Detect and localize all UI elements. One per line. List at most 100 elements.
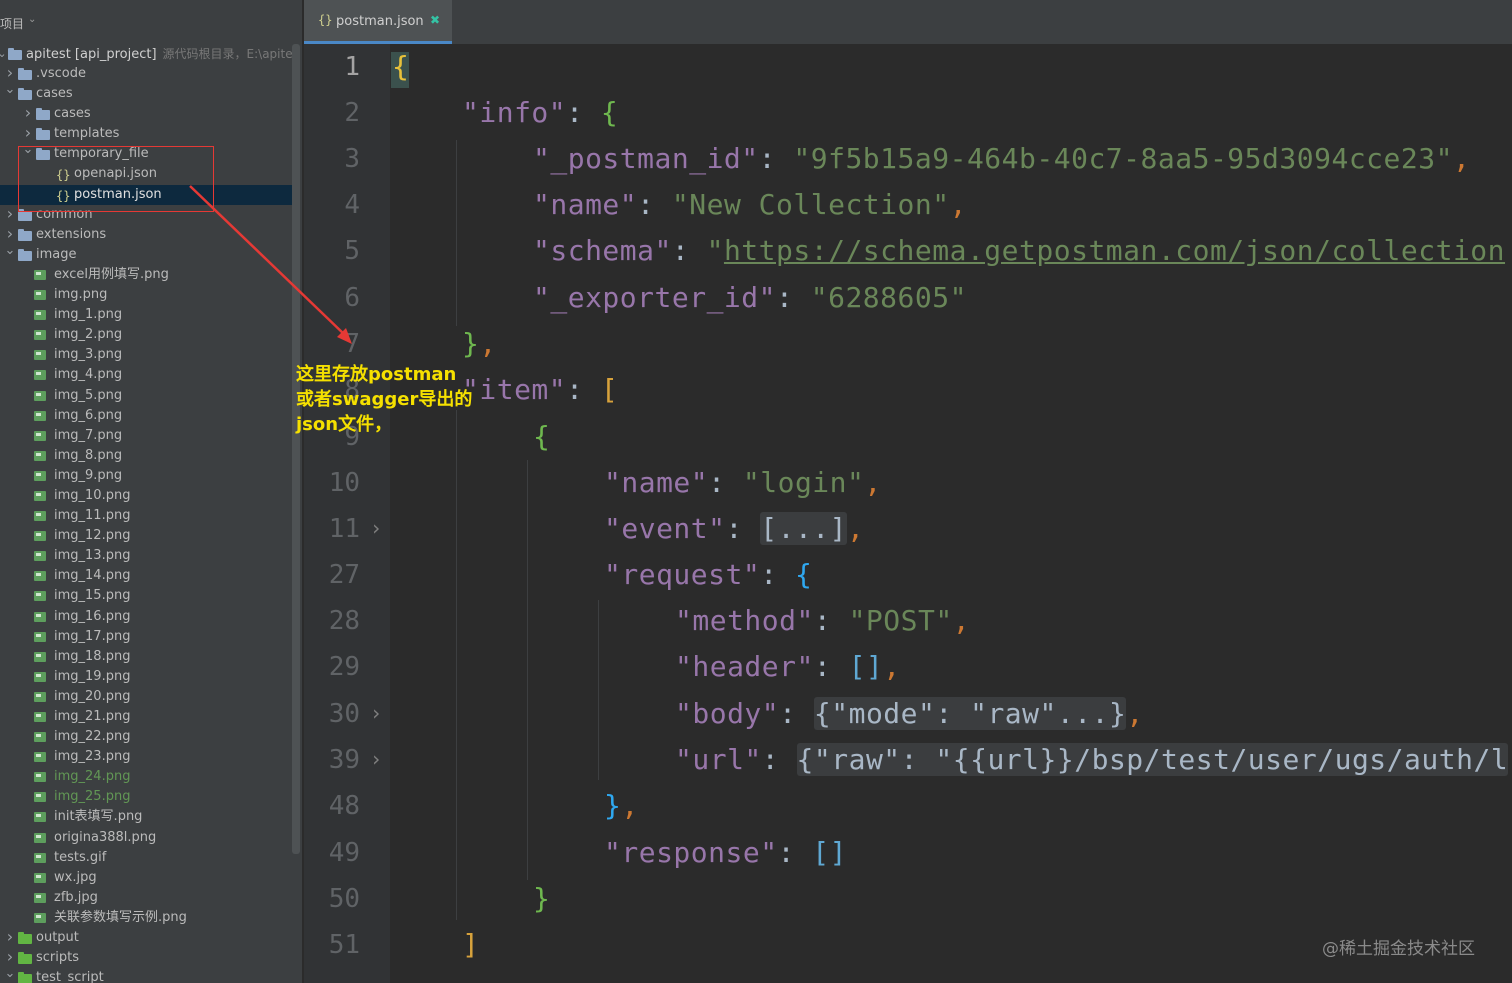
chevron-down-icon[interactable]: ⌄ — [4, 241, 16, 261]
tree-folder[interactable]: ⌄ cases — [0, 82, 292, 104]
tree-folder[interactable]: ⌄ image — [0, 243, 292, 265]
tree-item-label: img_19.png — [54, 668, 131, 684]
root-path: 源代码根目录，E:\apite — [162, 47, 293, 61]
tree-item-label: img_18.png — [54, 648, 131, 664]
tree-file[interactable]: img_14.png — [0, 566, 292, 586]
image-file-icon — [34, 792, 46, 803]
tree-file[interactable]: tests.gif — [0, 848, 292, 868]
code-line-39: "url": {"raw": "{{url}}/bsp/test/user/ug… — [675, 743, 1509, 776]
tree-file[interactable]: img_3.png — [0, 345, 292, 365]
chevron-right-icon[interactable]: › — [370, 516, 382, 540]
tree-file[interactable]: excel用例填写.png — [0, 265, 292, 285]
tree-root[interactable]: ⌄ apitest [api_project] 源代码根目录，E:\apite — [0, 44, 293, 64]
tree-item-label: img_24.png — [54, 769, 131, 785]
image-file-icon — [34, 370, 46, 381]
tree-file[interactable]: img_8.png — [0, 446, 292, 466]
project-panel-header[interactable]: 项目 ⌄ — [0, 0, 303, 44]
tree-file[interactable]: img_23.png — [0, 747, 292, 767]
tree-item-label: img_10.png — [54, 487, 131, 503]
tree-file[interactable]: img_10.png — [0, 486, 292, 506]
panel-scrollbar[interactable] — [292, 44, 300, 854]
line-number: 28 — [328, 606, 360, 636]
annotation-line: 或者swagger导出的 — [296, 389, 473, 410]
chevron-right-icon[interactable]: › — [4, 204, 16, 224]
line-number: 39 — [328, 745, 360, 775]
chevron-right-icon[interactable]: › — [370, 701, 382, 725]
json-file-icon: {} — [318, 13, 333, 27]
tree-file[interactable]: img_15.png — [0, 586, 292, 606]
code-line-29: "header": [], — [675, 650, 901, 683]
image-file-icon — [34, 410, 46, 421]
tree-item-label: wx.jpg — [54, 869, 97, 885]
tree-file[interactable]: img_18.png — [0, 647, 292, 667]
tree-file[interactable]: img_17.png — [0, 627, 292, 647]
code-line-48: }, — [604, 789, 639, 822]
image-file-icon — [34, 330, 46, 341]
tree-folder[interactable]: › output — [0, 927, 292, 948]
image-file-icon — [34, 531, 46, 542]
image-file-icon — [34, 450, 46, 461]
project-panel-title[interactable]: 项目 — [0, 15, 24, 32]
close-icon[interactable]: ✖ — [430, 13, 440, 27]
folder-icon — [18, 248, 32, 261]
tree-file[interactable]: img_1.png — [0, 305, 292, 325]
chevron-down-icon[interactable]: ⌄ — [4, 964, 16, 983]
chevron-down-icon[interactable]: ⌄ — [4, 80, 16, 100]
tree-file[interactable]: img.png — [0, 285, 292, 305]
chevron-right-icon[interactable]: › — [370, 747, 382, 771]
image-file-icon — [34, 832, 46, 843]
image-file-icon — [34, 912, 46, 923]
image-file-icon — [34, 511, 46, 522]
chevron-right-icon[interactable]: › — [4, 927, 16, 947]
tree-file[interactable]: img_25.png — [0, 787, 292, 807]
image-file-icon — [34, 290, 46, 301]
tree-file[interactable]: img_5.png — [0, 386, 292, 406]
code-line-11: "event": [...], — [604, 512, 865, 545]
indent-guide — [527, 460, 528, 880]
line-number: 29 — [328, 652, 360, 682]
image-file-icon — [34, 310, 46, 321]
tree-item-label: img_1.png — [54, 307, 123, 323]
tree-file[interactable]: 关联参数填写示例.png — [0, 908, 292, 928]
tab-postman-json[interactable]: {} postman.json ✖ — [304, 0, 452, 44]
folded-region[interactable]: {"raw": "{{url}}/bsp/test/user/ugs/auth/… — [796, 743, 1509, 776]
folded-region[interactable]: {"mode": "raw"...} — [813, 697, 1127, 730]
tree-file[interactable]: img_13.png — [0, 546, 292, 566]
tree-file[interactable]: img_19.png — [0, 667, 292, 687]
tree-folder[interactable]: ⌄ test_script — [0, 966, 292, 983]
tree-file[interactable]: wx.jpg — [0, 868, 292, 888]
tree-folder[interactable]: › .vscode — [0, 63, 292, 84]
tree-folder[interactable]: › scripts — [0, 947, 292, 968]
tree-folder[interactable]: › extensions — [0, 224, 292, 245]
tree-file[interactable]: img_22.png — [0, 727, 292, 747]
tree-file[interactable]: img_21.png — [0, 707, 292, 727]
schema-link[interactable]: https://schema.getpostman.com/json/colle… — [724, 234, 1505, 267]
tree-file[interactable]: origina388l.png — [0, 828, 292, 848]
tree-file[interactable]: img_11.png — [0, 506, 292, 526]
line-number: 4 — [344, 190, 360, 220]
tree-file[interactable]: init表填写.png — [0, 807, 292, 827]
tree-file[interactable]: img_12.png — [0, 526, 292, 546]
tree-item-label: img_7.png — [54, 427, 123, 443]
tree-folder[interactable]: › templates — [0, 123, 292, 144]
folded-region[interactable]: [...] — [760, 512, 848, 545]
code-editor[interactable] — [390, 44, 1512, 983]
tree-item-label: tests.gif — [54, 849, 107, 865]
tree-file[interactable]: img_20.png — [0, 687, 292, 707]
tree-file[interactable]: img_2.png — [0, 325, 292, 345]
line-number: 50 — [328, 884, 360, 914]
tree-file[interactable]: img_6.png — [0, 406, 292, 426]
tree-file[interactable]: img_7.png — [0, 426, 292, 446]
tree-file[interactable]: zfb.jpg — [0, 888, 292, 908]
tree-file[interactable]: img_24.png — [0, 767, 292, 787]
tree-file[interactable]: img_16.png — [0, 607, 292, 627]
chevron-down-icon[interactable]: ⌄ — [28, 14, 36, 25]
image-file-icon — [34, 691, 46, 702]
chevron-right-icon[interactable]: › — [22, 103, 34, 123]
chevron-down-icon[interactable]: ⌄ — [0, 44, 8, 64]
tree-folder[interactable]: › cases — [0, 103, 292, 124]
line-number: 49 — [328, 838, 360, 868]
image-file-icon — [34, 350, 46, 361]
tree-file[interactable]: img_9.png — [0, 466, 292, 486]
tree-file[interactable]: img_4.png — [0, 365, 292, 385]
